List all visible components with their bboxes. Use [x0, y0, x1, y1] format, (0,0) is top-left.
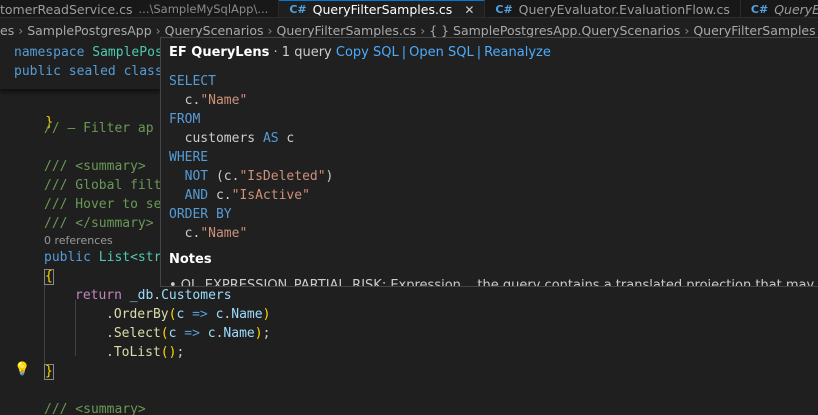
sticky-scroll-header[interactable]: namespace SamplePos public sealed class	[0, 41, 163, 89]
comment: // — Filter ap	[44, 121, 154, 136]
method-name: ToList	[113, 345, 161, 360]
sql-line: WHERE	[169, 150, 209, 165]
brace: }	[44, 364, 54, 380]
separator: |	[476, 45, 482, 60]
breadcrumb-item[interactable]: es	[0, 23, 14, 38]
keyword: return	[75, 288, 122, 303]
chevron-right-icon: ›	[684, 22, 690, 38]
code-line: // — Filter ap	[44, 119, 154, 138]
open-sql-link[interactable]: Open SQL	[409, 45, 474, 60]
tab-label: QueryFilterSamples.cs	[312, 2, 453, 17]
comment: /// <summary>	[44, 159, 146, 174]
code-line: /// Hover to se	[44, 195, 161, 214]
tab-customer-read-service[interactable]: tomerReadService.cs ...\SampleMySqlApp\.…	[0, 0, 280, 17]
sql-line: NOT (c."IsDeleted")	[184, 169, 334, 184]
chevron-right-icon: ›	[267, 22, 273, 38]
code-line: namespace SamplePos	[14, 43, 163, 62]
note-item: • QL_EXPRESSION_PARTIAL_RISK: Expression…	[169, 278, 818, 287]
hover-title: EF QueryLens	[169, 45, 270, 60]
keyword: public sealed class	[14, 64, 163, 79]
method-name: Select	[113, 326, 161, 341]
tab-query-filter-samples[interactable]: C# QueryFilterSamples.cs ✕	[279, 0, 486, 17]
namespace-name: SamplePos	[92, 45, 163, 60]
breadcrumb-item[interactable]: { } SamplePostgresApp.QueryScenarios	[429, 23, 680, 38]
breadcrumb-item[interactable]: QueryFilterSamples	[693, 23, 815, 38]
code-line: public sealed class	[14, 62, 163, 81]
csharp-file-icon: C#	[750, 2, 769, 16]
code-line: {	[44, 267, 54, 286]
tab-label: QueryEvaluator.EvaluationFlow.cs	[518, 1, 730, 17]
breadcrumb-item[interactable]: SamplePostgresApp	[27, 23, 151, 38]
code-line: public List<str	[44, 248, 161, 267]
identifier: Customers	[161, 288, 232, 303]
editor-tab-bar: tomerReadService.cs ...\SampleMySqlApp\.…	[0, 0, 818, 18]
sql-line: c."Name"	[184, 226, 248, 241]
sql-line: AND c."IsActive"	[184, 188, 310, 203]
tab-label: QueryEvaluato	[774, 1, 818, 17]
tab-query-evaluator[interactable]: C# QueryEvaluato	[741, 0, 818, 17]
comment: /// Global filt	[44, 178, 162, 193]
csharp-file-icon: C#	[495, 2, 513, 16]
sql-line: customers AS c	[184, 131, 295, 146]
reanalyze-link[interactable]: Reanalyze	[484, 45, 551, 60]
hover-popup: EF QueryLens · 1 query Copy SQL | Open SQL…	[160, 37, 818, 287]
chevron-right-icon: ›	[155, 22, 161, 38]
code-line: .OrderBy(c => c.Name)	[106, 307, 271, 322]
code-line: .ToList();	[106, 345, 185, 360]
copy-sql-link[interactable]: Copy SQL	[336, 45, 399, 60]
keyword: namespace	[14, 45, 85, 60]
code-line: /// Global filt	[44, 176, 161, 195]
breadcrumb-item[interactable]: QueryScenarios	[165, 23, 264, 38]
lightbulb-icon[interactable]: 💡	[14, 362, 30, 377]
comment: /// </summary>	[44, 216, 154, 231]
identifier: _db	[129, 288, 154, 303]
code-line: }	[44, 362, 54, 381]
close-icon[interactable]: ✕	[464, 3, 474, 17]
comment: /// <summary>	[44, 402, 146, 415]
tab-label: tomerReadService.cs	[0, 1, 133, 17]
separator: |	[401, 45, 407, 60]
chevron-right-icon: ›	[420, 22, 426, 38]
sql-line: FROM	[169, 112, 201, 127]
comment: /// Hover to se	[44, 197, 162, 212]
codelens-references[interactable]: 0 references	[44, 233, 113, 249]
chevron-right-icon: ›	[18, 22, 24, 38]
notes-heading: Notes	[169, 252, 212, 267]
code-line: /// <summary>	[44, 157, 146, 176]
code-line: /// </summary>	[44, 214, 154, 233]
sql-line: SELECT	[169, 74, 216, 89]
hover-header: EF QueryLens · 1 query Copy SQL | Open SQL…	[169, 45, 551, 60]
sql-line: ORDER BY	[169, 207, 232, 222]
csharp-file-icon: C#	[289, 3, 307, 16]
code-line: /// <summary>	[44, 400, 146, 415]
brace: {	[44, 269, 54, 285]
indent-guide	[75, 300, 76, 356]
sql-preview: SELECT c."Name" FROM customers AS c WHER…	[169, 72, 333, 243]
tab-query-evaluator-evaluation-flow[interactable]: C# QueryEvaluator.EvaluationFlow.cs	[485, 0, 741, 17]
breadcrumb-item[interactable]: QueryFilterSamples.cs	[277, 23, 417, 38]
query-count: · 1 query	[273, 45, 332, 60]
code-line: return _db.Customers	[75, 288, 232, 303]
code-line: .Select(c => c.Name);	[106, 326, 271, 341]
tab-description: ...\SampleMySqlApp\...	[138, 2, 269, 16]
sql-line: c."Name"	[184, 93, 248, 108]
keyword: public	[44, 250, 91, 265]
type-name: List<str	[98, 250, 162, 265]
method-name: OrderBy	[113, 307, 169, 322]
